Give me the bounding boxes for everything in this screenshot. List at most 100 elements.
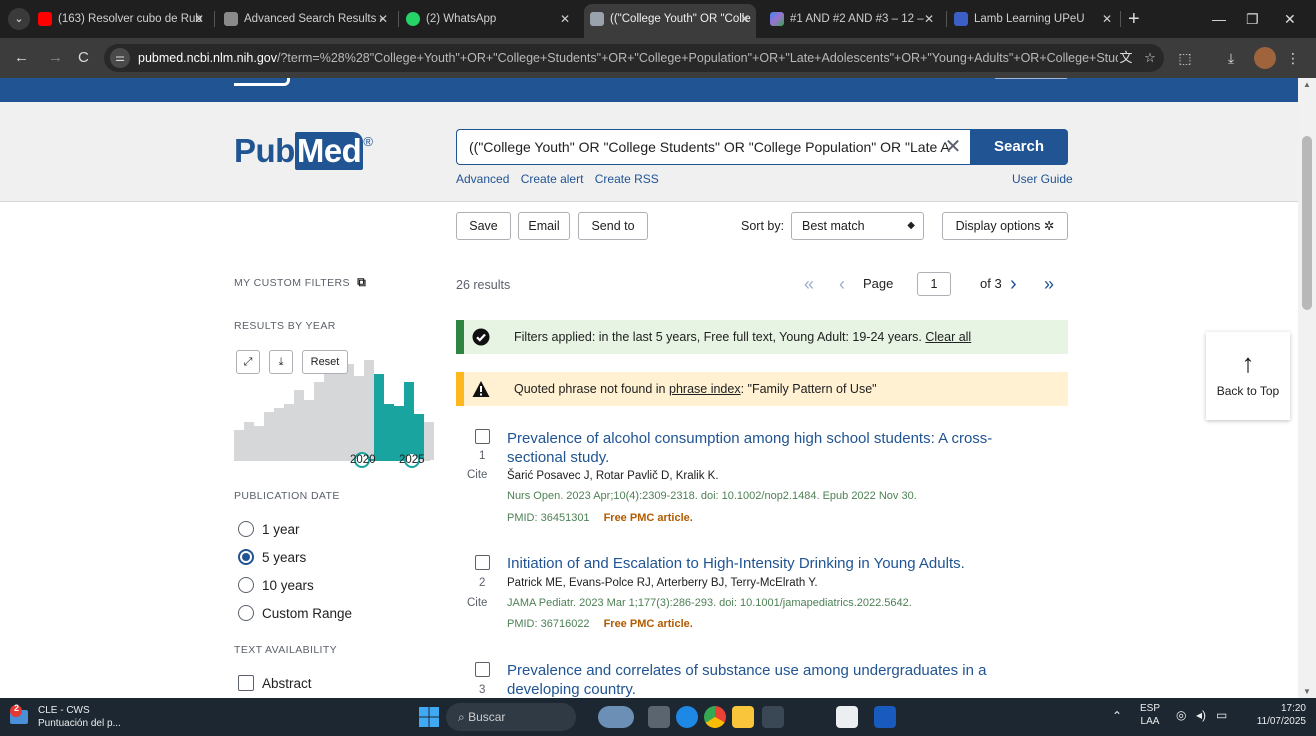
close-tab-icon[interactable]: ✕: [1102, 6, 1112, 32]
browser-tab-whatsapp[interactable]: (2) WhatsApp ✕: [406, 6, 576, 32]
year-bar[interactable]: [314, 382, 324, 460]
create-rss-link[interactable]: Create RSS: [595, 172, 659, 186]
close-tab-icon[interactable]: ✕: [378, 6, 388, 32]
language-indicator[interactable]: ESP LAA: [1140, 702, 1160, 728]
clear-all-link[interactable]: Clear all: [925, 330, 971, 344]
last-page-icon[interactable]: »: [1044, 272, 1054, 296]
restore-icon[interactable]: ❐: [1246, 6, 1259, 32]
download-icon[interactable]: ⤓: [1220, 47, 1242, 69]
year-bar[interactable]: [244, 422, 254, 460]
close-tab-icon[interactable]: ✕: [194, 6, 204, 32]
next-page-icon[interactable]: ›: [1010, 272, 1017, 296]
tray-overflow-icon[interactable]: ⌃: [1112, 710, 1122, 723]
page-scrollbar[interactable]: ▲ ▼: [1298, 78, 1316, 698]
year-bar[interactable]: [234, 430, 244, 460]
browser-menu-icon[interactable]: ⋮: [1282, 47, 1304, 69]
close-tab-icon[interactable]: ✕: [740, 4, 750, 34]
minimize-icon[interactable]: —: [1212, 6, 1226, 32]
back-to-top-button[interactable]: ↑ Back to Top: [1206, 332, 1290, 420]
radio-button-selected[interactable]: [238, 549, 254, 566]
site-info-icon[interactable]: ⚌: [110, 48, 130, 68]
file-explorer-icon[interactable]: [732, 706, 754, 728]
page-number-input[interactable]: 1: [917, 272, 951, 296]
new-tab-icon[interactable]: +: [1128, 6, 1140, 32]
ncbi-logo[interactable]: [234, 78, 290, 86]
year-bar[interactable]: [274, 408, 284, 460]
year-bar[interactable]: [344, 364, 354, 460]
close-tab-icon[interactable]: ✕: [924, 6, 934, 32]
result-2-checkbox[interactable]: [475, 555, 490, 570]
year-bar[interactable]: [404, 382, 414, 460]
clear-search-icon[interactable]: ✕: [936, 129, 970, 165]
sort-select[interactable]: Best match ◆: [791, 212, 924, 240]
browser-tab-pubmed-active[interactable]: (("College Youth" OR "Colle ✕: [584, 4, 756, 38]
battery-icon[interactable]: ▭: [1216, 709, 1227, 722]
reset-chart-button[interactable]: Reset: [302, 350, 348, 374]
abstract-checkbox[interactable]: [238, 675, 254, 692]
forward-arrow-icon[interactable]: →: [48, 48, 63, 68]
back-arrow-icon[interactable]: ←: [14, 48, 29, 68]
year-bar[interactable]: [384, 404, 394, 460]
windows-start-icon[interactable]: [418, 706, 440, 728]
date-option-custom-range[interactable]: Custom Range: [238, 604, 352, 624]
year-bar[interactable]: [324, 370, 334, 460]
result-1-cite-button[interactable]: Cite: [467, 469, 487, 481]
result-3-checkbox[interactable]: [475, 662, 490, 677]
year-bar[interactable]: [334, 362, 344, 460]
year-bar[interactable]: [364, 360, 374, 460]
date-option-10-years[interactable]: 10 years: [238, 576, 314, 596]
year-bar[interactable]: [284, 404, 294, 460]
abstract-filter[interactable]: Abstract: [238, 674, 312, 694]
advanced-link[interactable]: Advanced: [456, 172, 509, 186]
search-button[interactable]: Search: [970, 129, 1068, 165]
scroll-down-icon[interactable]: ▼: [1302, 687, 1312, 696]
clock[interactable]: 17:20 11/07/2025: [1240, 702, 1306, 728]
create-alert-link[interactable]: Create alert: [521, 172, 584, 186]
browser-tab-youtube[interactable]: (163) Resolver cubo de Rub ✕: [38, 6, 210, 32]
scroll-up-icon[interactable]: ▲: [1302, 80, 1312, 89]
wifi-icon[interactable]: ◎: [1176, 709, 1186, 722]
volume-icon[interactable]: ◂): [1196, 709, 1206, 722]
email-button[interactable]: Email: [518, 212, 570, 240]
extensions-icon[interactable]: ⬚: [1174, 47, 1196, 69]
browser-tab-advanced-search[interactable]: Advanced Search Results - ✕: [224, 6, 394, 32]
year-bar[interactable]: [354, 376, 364, 460]
taskbar-app-widget[interactable]: CLE - CWS Puntuación del p...: [38, 704, 121, 730]
chrome-canary-icon[interactable]: [836, 706, 858, 728]
taskbar-search-input[interactable]: ⌕ Buscar: [446, 703, 576, 731]
pubmed-logo[interactable]: PubMed ®: [234, 132, 373, 170]
year-bar[interactable]: [424, 422, 434, 460]
scrollbar-thumb[interactable]: [1302, 136, 1312, 310]
result-2-title[interactable]: Initiation of and Escalation to High-Int…: [507, 554, 1067, 573]
date-option-1-year[interactable]: 1 year: [238, 520, 300, 540]
year-bar[interactable]: [264, 412, 274, 460]
result-1-checkbox[interactable]: [475, 429, 490, 444]
search-input[interactable]: (("College Youth" OR "College Students" …: [456, 129, 970, 165]
browser-tab-gemini[interactable]: #1 AND #2 AND #3 – 12 – ✕: [770, 6, 940, 32]
close-window-icon[interactable]: ✕: [1284, 6, 1296, 32]
tab-search-icon[interactable]: ⌄: [8, 8, 30, 30]
ncbi-login-button[interactable]: [995, 78, 1067, 79]
year-bar[interactable]: [374, 374, 384, 460]
download-chart-icon[interactable]: ⤓: [269, 350, 293, 374]
display-options-button[interactable]: Display options ✲: [942, 212, 1068, 240]
edge-icon[interactable]: [676, 706, 698, 728]
app-notification-icon[interactable]: [8, 704, 32, 728]
year-bar[interactable]: [294, 390, 304, 460]
translate-icon[interactable]: 文: [1116, 48, 1136, 68]
date-option-5-years[interactable]: 5 years: [238, 548, 306, 568]
previous-page-icon[interactable]: ‹: [839, 272, 845, 296]
year-bar[interactable]: [254, 426, 264, 460]
word-icon[interactable]: [874, 706, 896, 728]
bookmark-star-icon[interactable]: ☆: [1140, 48, 1160, 68]
radio-button[interactable]: [238, 577, 254, 594]
reload-icon[interactable]: C: [78, 48, 89, 68]
browser-tab-lamb[interactable]: Lamb Learning UPeU ✕: [954, 6, 1118, 32]
result-2-cite-button[interactable]: Cite: [467, 597, 487, 609]
send-to-button[interactable]: Send to: [578, 212, 648, 240]
profile-avatar[interactable]: [1254, 47, 1276, 69]
phrase-index-link[interactable]: phrase index: [669, 382, 741, 396]
first-page-icon[interactable]: «: [804, 272, 814, 296]
result-1-title[interactable]: Prevalence of alcohol consumption among …: [507, 429, 1027, 467]
close-tab-icon[interactable]: ✕: [560, 6, 570, 32]
